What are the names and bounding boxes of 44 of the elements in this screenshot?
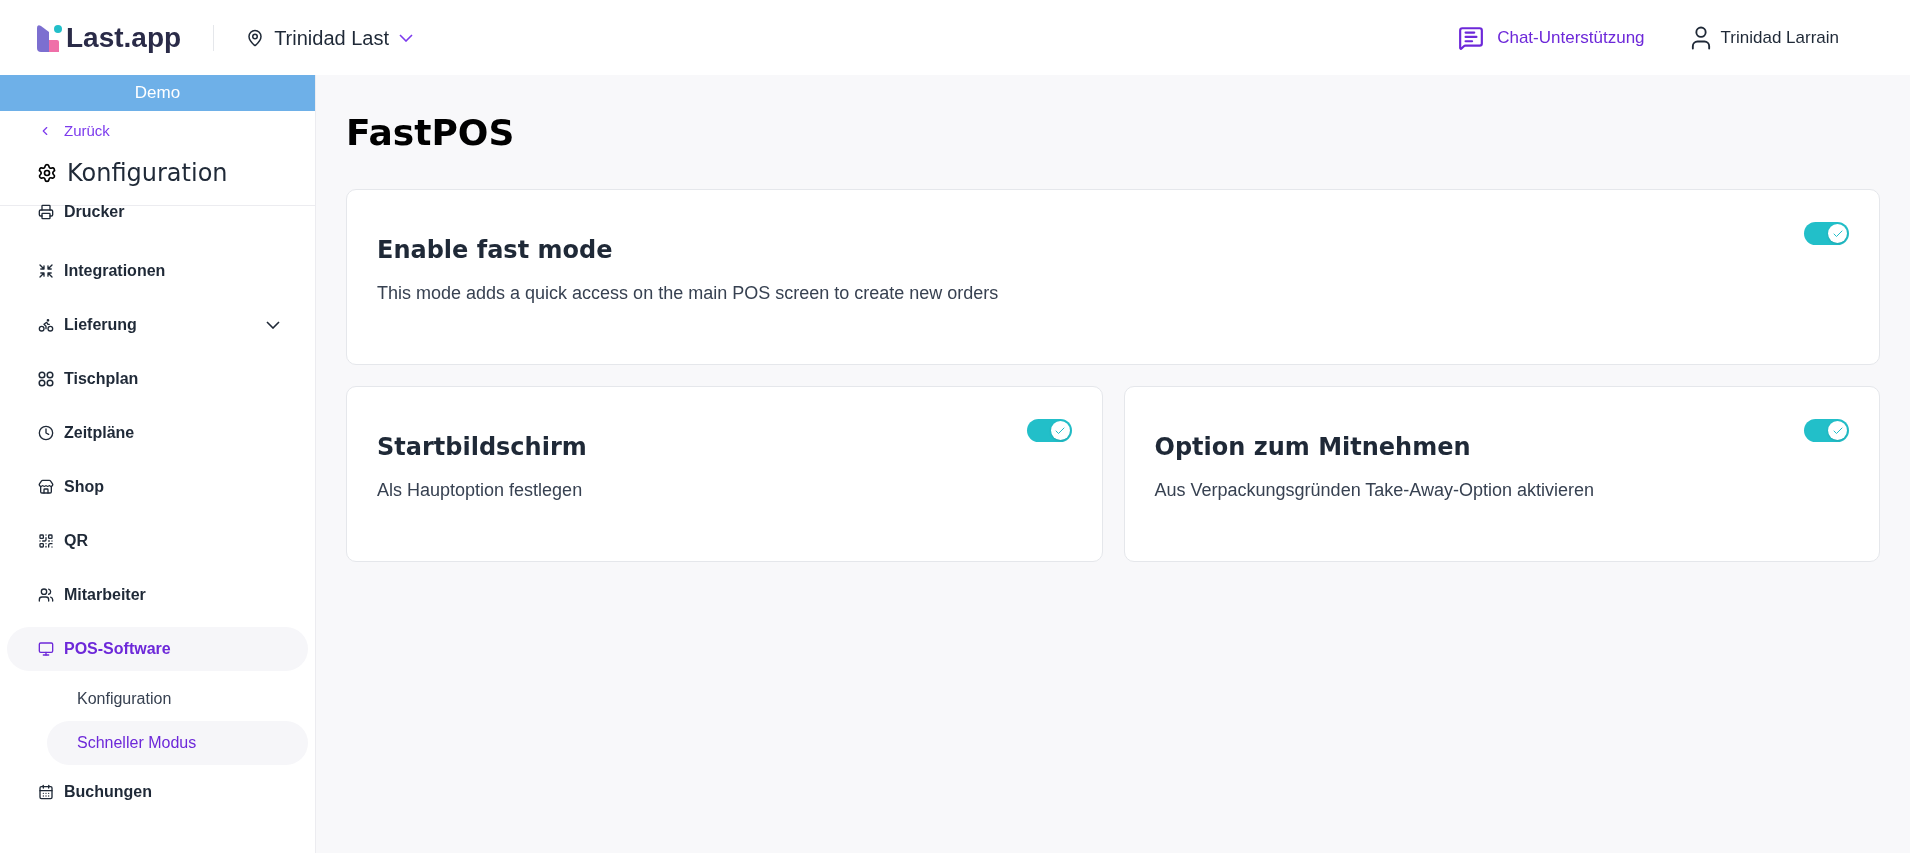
toggle-switch[interactable] bbox=[1804, 222, 1849, 245]
chat-support-link[interactable]: Chat-Unterstützung bbox=[1458, 24, 1645, 51]
sidebar-item[interactable]: Buchungen bbox=[7, 769, 308, 814]
sidebar-subitem[interactable]: Konfiguration bbox=[47, 676, 308, 721]
sidebar-item[interactable]: Shop bbox=[7, 464, 308, 509]
location-selector[interactable]: Trinidad Last bbox=[246, 22, 413, 53]
setting-title: Startbildschirm bbox=[377, 432, 587, 463]
back-link[interactable]: Zurück bbox=[0, 120, 110, 143]
store-icon bbox=[38, 478, 54, 495]
sidebar-item[interactable]: Drucker bbox=[7, 189, 308, 234]
logo-text: Last.app bbox=[66, 20, 182, 55]
user-menu[interactable]: Trinidad Larrain bbox=[1686, 23, 1839, 52]
setting-description: This mode adds a quick access on the main POS screen to create new orders bbox=[377, 282, 999, 305]
clock-icon bbox=[38, 424, 54, 441]
sidebar-item[interactable]: Zeitpläne bbox=[7, 410, 308, 455]
bicycle-icon bbox=[38, 316, 54, 333]
demo-banner: Demo bbox=[0, 75, 315, 111]
setting-title: Option zum Mitnehmen bbox=[1154, 432, 1472, 463]
toggle-switch[interactable] bbox=[1804, 419, 1849, 442]
settings-icon bbox=[37, 162, 57, 183]
sidebar-item[interactable]: Integrationen bbox=[7, 248, 308, 293]
qr-code-icon bbox=[38, 532, 54, 549]
sidebar-item[interactable]: Lieferung bbox=[7, 302, 308, 347]
sidebar-subitem[interactable]: Schneller Modus bbox=[47, 720, 308, 765]
sidebar-item[interactable]: QR bbox=[7, 518, 308, 563]
chat-icon bbox=[1458, 24, 1485, 51]
page-title: FastPOS bbox=[346, 115, 516, 151]
setting-description: Aus Verpackungsgründen Take-Away-Option aktivieren bbox=[1154, 479, 1595, 502]
setting-title: Enable fast mode bbox=[377, 235, 614, 266]
sidebar-item[interactable]: Mitarbeiter bbox=[7, 572, 308, 617]
logo-icon bbox=[37, 23, 63, 52]
shrink-arrows-icon bbox=[38, 262, 54, 279]
chevron-down-icon bbox=[399, 33, 413, 42]
setting-description: Als Hauptoption festlegen bbox=[377, 479, 584, 502]
map-pin-icon bbox=[246, 28, 265, 47]
sidebar-item[interactable]: Tischplan bbox=[7, 356, 308, 401]
section-title: Konfiguration bbox=[67, 157, 228, 189]
sidebar-item[interactable]: POS-Software bbox=[7, 626, 308, 671]
monitor-icon bbox=[38, 640, 54, 657]
printer-icon bbox=[38, 203, 54, 220]
calendar-icon bbox=[38, 783, 54, 800]
users-icon bbox=[38, 586, 54, 603]
toggle-switch[interactable] bbox=[1026, 419, 1072, 442]
four-circles-icon bbox=[38, 370, 54, 387]
